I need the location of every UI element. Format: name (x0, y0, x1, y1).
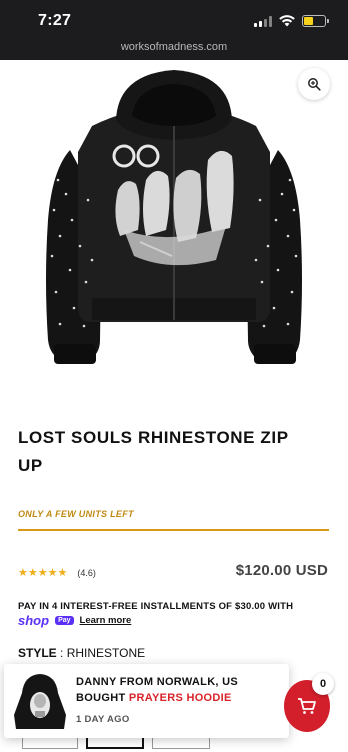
url-bar[interactable]: worksofmadness.com (0, 38, 348, 60)
status-bar: 7:27 (0, 0, 348, 38)
popup-product-name[interactable]: PRAYERS HOODIE (129, 692, 232, 704)
star-icon: ★ (18, 567, 28, 579)
cart-count-badge: 0 (312, 673, 334, 695)
zoom-button[interactable] (298, 68, 330, 100)
style-selector-label: STYLE : RHINESTONE (18, 646, 145, 660)
status-time: 7:27 (38, 12, 72, 29)
star-icon: ★ (27, 567, 38, 579)
popup-bought-prefix: BOUGHT (76, 692, 129, 704)
product-rating[interactable]: ★★★★★ (4.6) (18, 566, 96, 579)
popup-customer: DANNY FROM NORWALK, US (76, 676, 239, 688)
cart-button[interactable]: 0 (284, 673, 334, 732)
product-price: $120.00 USD (235, 562, 328, 579)
star-half-icon: ★ (57, 567, 68, 579)
cart-icon (298, 698, 316, 714)
style-value: RHINESTONE (66, 646, 146, 660)
shop-logo: shop (18, 613, 50, 628)
status-icons (254, 15, 329, 27)
popup-product-thumbnail (14, 674, 66, 729)
star-icon: ★ (47, 567, 58, 579)
product-image[interactable] (0, 60, 348, 390)
installments-text: PAY IN 4 INTEREST-FREE INSTALLMENTS OF $… (18, 601, 294, 612)
hoodie-image (46, 70, 302, 364)
shop-pay-badge: Pay (55, 616, 74, 625)
zoom-icon (308, 78, 321, 91)
product-title: LOST SOULS RHINESTONE ZIP UP (18, 428, 289, 475)
signal-icon (254, 15, 272, 27)
stock-notice: ONLY A FEW UNITS LEFT (18, 509, 134, 519)
rating-value: (4.6) (77, 567, 96, 578)
learn-more-link[interactable]: Learn more (80, 615, 132, 626)
stock-divider (18, 529, 329, 531)
style-label: STYLE (18, 646, 57, 660)
star-icon: ★ (37, 567, 48, 579)
battery-icon (302, 15, 329, 27)
shop-pay-row: shop Pay Learn more (18, 613, 131, 628)
rating-stars: ★★★★★ (18, 566, 67, 579)
popup-time: 1 DAY AGO (76, 714, 130, 725)
style-separator: : (56, 646, 67, 660)
wifi-icon (279, 15, 295, 27)
popup-bought-line: BOUGHT PRAYERS HOODIE (76, 692, 286, 704)
recent-purchase-popup[interactable]: DANNY FROM NORWALK, US BOUGHT PRAYERS HO… (4, 664, 289, 738)
